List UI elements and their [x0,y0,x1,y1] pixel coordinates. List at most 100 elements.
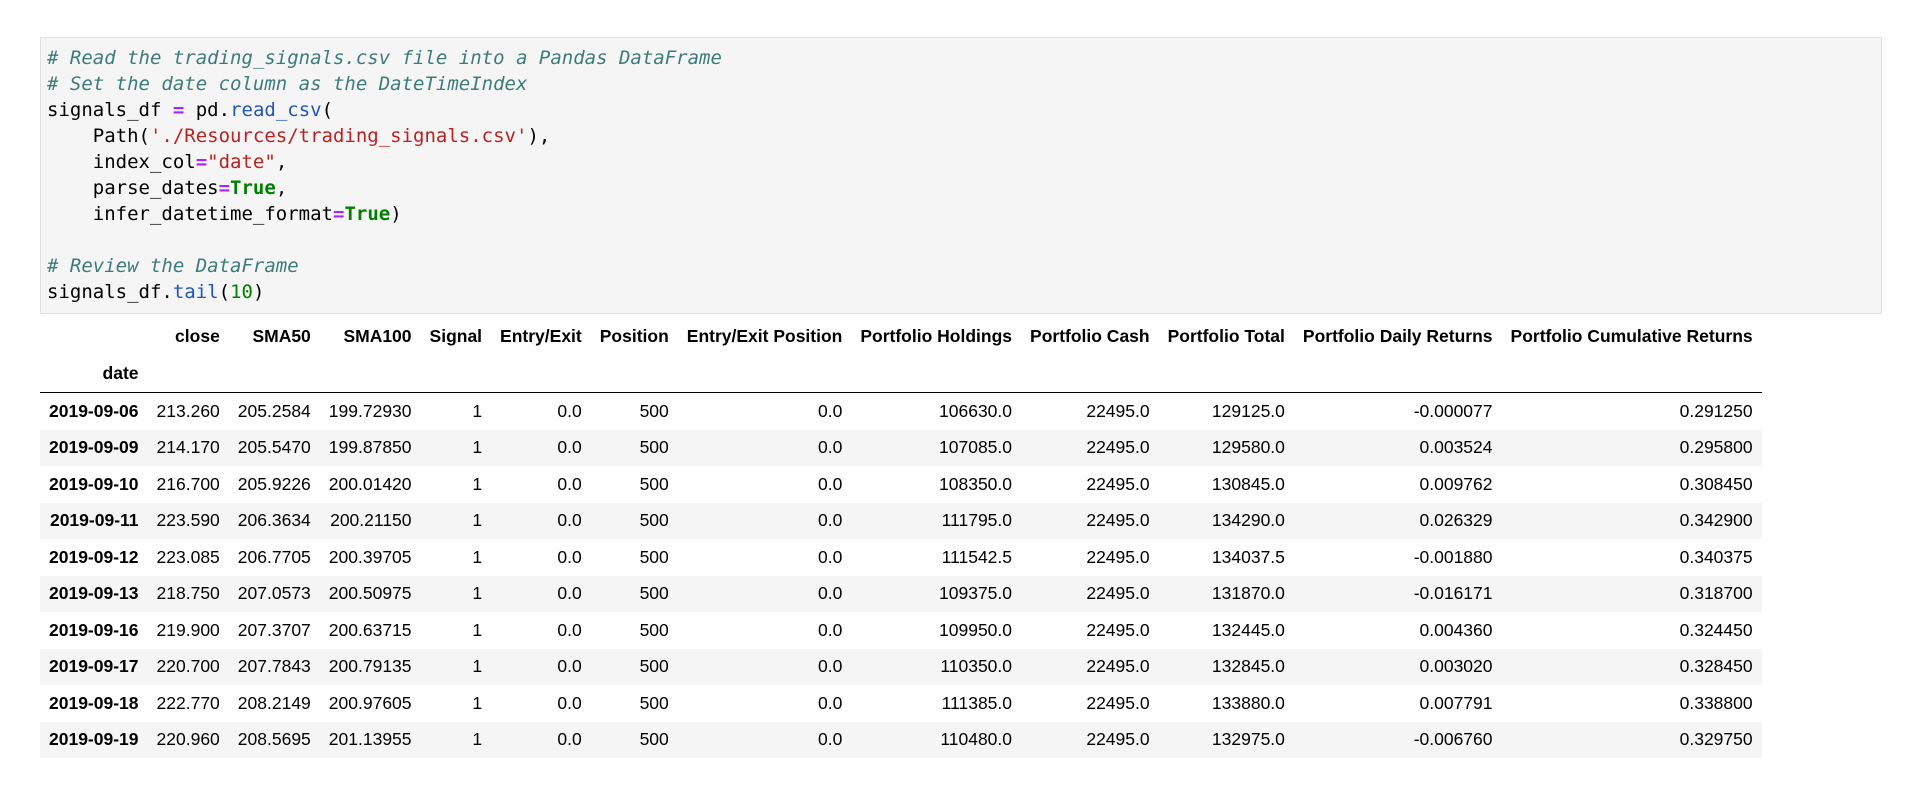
index-row-blank-cell [229,355,320,393]
code-token: = [195,151,208,173]
table-cell: 200.50975 [328,583,412,604]
row-index-date: 2019-09-17 [49,656,139,677]
index-row-blank-cell [320,355,421,393]
table-cell: 133880.0 [1211,692,1285,713]
table-cell: 0.0 [557,473,582,494]
table-cell: 131870.0 [1211,583,1285,604]
code-token: read_csv [230,99,322,121]
index-name-row: date [40,355,1762,393]
table-cell: 0.0 [557,400,582,421]
table-cell: 1 [472,437,483,458]
code-token: ) [390,203,402,225]
table-cell: 134037.5 [1211,546,1285,567]
table-cell: 206.3634 [237,510,311,531]
row-index-date: 2019-09-11 [49,510,139,531]
table-cell: 0.0 [818,729,843,750]
table-row: 2019-09-17 220.700 207.7843 200.79135 1 0.0 50… [40,648,1762,685]
table-cell: 22495.0 [1086,729,1150,750]
table-cell: 22495.0 [1086,510,1150,531]
table-cell: -0.000077 [1413,400,1493,421]
index-row-blank-cell [1021,355,1159,393]
index-row-blank-cell [851,355,1021,393]
index-row-blank-cell [491,355,591,393]
table-cell: 218.750 [156,583,220,604]
table-cell: 1 [472,510,483,531]
code-token: signals_df. [47,281,173,303]
table-cell: 199.87850 [328,437,412,458]
dataframe-table: close SMA50 SMA100 Signal Entry/Exit Position… [40,318,1762,758]
table-cell: 207.7843 [237,656,311,677]
code-token: parse_dates [47,177,219,199]
code-token: ( [218,281,231,303]
table-cell: 22495.0 [1086,583,1150,604]
table-cell: 0.291250 [1679,400,1753,421]
table-cell: 208.5695 [237,729,311,750]
table-cell: 500 [639,583,669,604]
table-cell: 0.328450 [1679,656,1753,677]
code-token: , [275,151,288,173]
column-header: Portfolio Holdings [860,326,1013,346]
code-line: # Read the trading_signals.csv file into… [47,45,1875,71]
table-cell: 223.590 [156,510,220,531]
code-line: # Review the DataFrame [47,253,1875,279]
column-header: Entry/Exit Position [686,326,843,346]
table-cell: 0.324450 [1679,619,1753,640]
table-cell: 200.97605 [328,692,412,713]
table-cell: 201.13955 [328,729,412,750]
index-name: date [102,363,139,383]
table-cell: 134290.0 [1211,510,1285,531]
table-cell: -0.006760 [1413,729,1493,750]
code-token: , [275,177,288,199]
table-cell: 1 [472,546,483,567]
table-row: 2019-09-18 222.770 208.2149 200.97605 1 0.0 50… [40,685,1762,722]
table-cell: 111795.0 [941,510,1013,531]
index-row-blank-cell [678,355,852,393]
table-cell: 106630.0 [939,400,1013,421]
row-index-date: 2019-09-18 [49,692,139,713]
table-cell: 0.0 [557,656,582,677]
index-row-blank-cell [1502,355,1762,393]
code-token: True [230,177,276,199]
table-cell: 132445.0 [1211,619,1285,640]
index-row-blank-cell [148,355,229,393]
code-token: ) [252,281,265,303]
code-cell[interactable]: # Read the trading_signals.csv file into… [40,37,1882,314]
table-cell: 0.0 [818,546,843,567]
table-cell: 0.340375 [1679,546,1753,567]
table-cell: 500 [639,546,669,567]
table-cell: 109375.0 [939,583,1013,604]
row-index-date: 2019-09-13 [49,583,139,604]
row-index-date: 2019-09-09 [49,437,139,458]
table-cell: 0.0 [557,546,582,567]
table-cell: 500 [639,473,669,494]
table-cell: 132975.0 [1211,729,1285,750]
code-token: ( [321,99,334,121]
table-cell: 0.0 [557,583,582,604]
index-row-blank-cell [1159,355,1294,393]
table-row: 2019-09-12 223.085 206.7705 200.39705 1 0.0 50… [40,539,1762,576]
table-cell: 500 [639,656,669,677]
table-cell: 109950.0 [939,619,1013,640]
table-cell: 1 [472,619,483,640]
table-cell: 0.0 [818,692,843,713]
table-cell: 220.960 [156,729,220,750]
table-cell: 0.0 [818,583,843,604]
column-header: Position [599,326,669,346]
column-header: close [175,326,220,346]
table-cell: 200.01420 [328,473,412,494]
table-row: 2019-09-19 220.960 208.5695 201.13955 1 0.0 50… [40,721,1762,758]
table-body: 2019-09-06 213.260 205.2584 199.72930 1 0.0 50… [40,393,1762,758]
table-cell: 0.003524 [1419,437,1493,458]
row-index-date: 2019-09-06 [49,400,139,421]
table-row: 2019-09-13 218.750 207.0573 200.50975 1 0.0 50… [40,575,1762,612]
table-row: 2019-09-06 213.260 205.2584 199.72930 1 0.0 50… [40,393,1762,430]
table-cell: 108350.0 [939,473,1013,494]
table-cell: 500 [639,729,669,750]
notebook-page: # Read the trading_signals.csv file into… [0,0,1920,797]
table-cell: 1 [472,583,483,604]
table-cell: 500 [639,692,669,713]
table-cell: 0.0 [557,619,582,640]
code-token: # Read the trading_signals.csv file into… [47,47,722,69]
table-cell: 500 [639,510,669,531]
code-token: "date" [207,151,276,173]
